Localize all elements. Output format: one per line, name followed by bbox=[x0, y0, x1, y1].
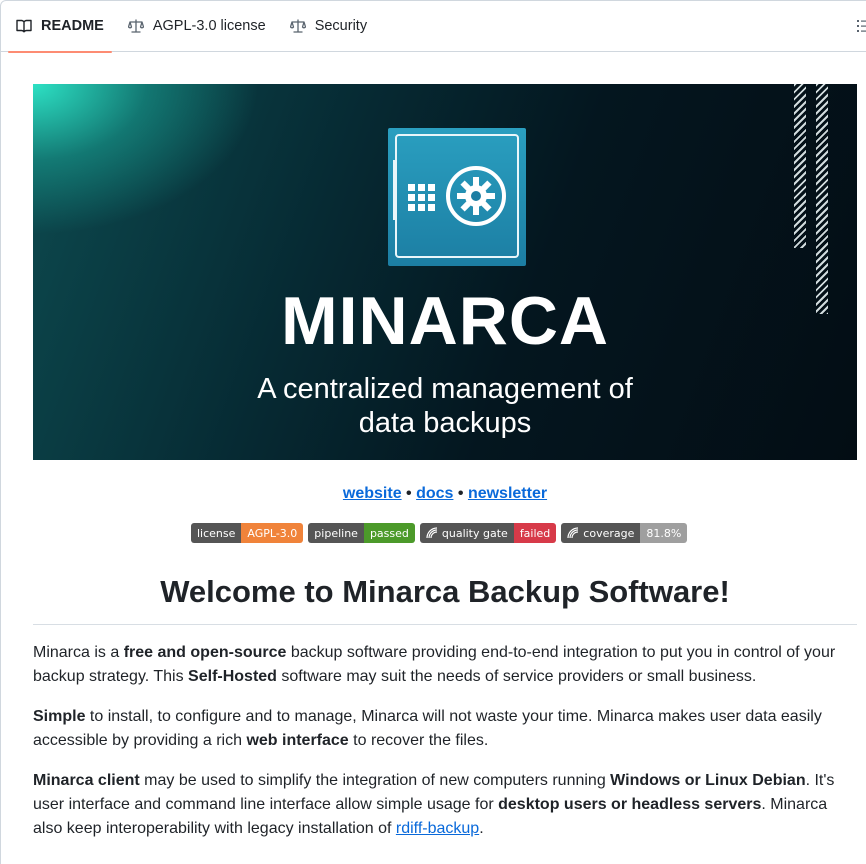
newsletter-link[interactable]: newsletter bbox=[468, 485, 547, 502]
rdiff-backup-link[interactable]: rdiff-backup bbox=[396, 820, 479, 837]
keypad-icon bbox=[408, 184, 435, 211]
tab-label: AGPL-3.0 license bbox=[152, 17, 266, 34]
outline-list-icon[interactable] bbox=[856, 18, 866, 34]
tab-license[interactable]: AGPL-3.0 license bbox=[120, 0, 274, 52]
minarca-banner: MINARCA A centralized management of data… bbox=[33, 84, 857, 460]
intro-paragraph: Minarca is a free and open-source backup… bbox=[33, 644, 836, 685]
tab-label: Security bbox=[314, 17, 368, 34]
link-separator: • bbox=[453, 485, 468, 502]
minarca-logo bbox=[388, 128, 526, 266]
coverage-badge[interactable]: coverage 81.8% bbox=[561, 523, 688, 543]
scale-icon bbox=[289, 19, 306, 33]
badge-key: license bbox=[191, 523, 242, 543]
website-link[interactable]: website bbox=[343, 485, 402, 502]
tab-security[interactable]: Security bbox=[282, 0, 375, 52]
banner-stripe bbox=[816, 84, 828, 314]
badge-value: passed bbox=[363, 523, 415, 543]
badge-value: AGPL-3.0 bbox=[241, 523, 304, 543]
project-links: website • docs • newsletter bbox=[0, 485, 866, 503]
badge-value: failed bbox=[513, 523, 557, 543]
license-badge[interactable]: license AGPL-3.0 bbox=[191, 523, 304, 543]
badge-key: coverage bbox=[561, 523, 641, 543]
pipeline-badge[interactable]: pipeline passed bbox=[308, 523, 415, 543]
quality-gate-badge[interactable]: quality gate failed bbox=[419, 523, 557, 543]
readme-heading: Welcome to Minarca Backup Software! bbox=[160, 574, 730, 609]
status-badges: license AGPL-3.0 pipeline passed quality… bbox=[191, 523, 688, 543]
scale-icon bbox=[127, 19, 144, 33]
tab-readme[interactable]: README bbox=[8, 0, 112, 53]
client-paragraph: Minarca client may be used to simplify t… bbox=[33, 772, 835, 837]
badge-key: quality gate bbox=[419, 523, 514, 543]
sonar-icon bbox=[426, 527, 437, 539]
docs-link[interactable]: docs bbox=[416, 485, 453, 502]
heading-divider bbox=[33, 624, 857, 625]
link-separator: • bbox=[401, 485, 417, 502]
banner-title: MINARCA bbox=[280, 283, 610, 359]
badge-value: 81.8% bbox=[640, 523, 688, 543]
banner-stripe bbox=[794, 84, 806, 248]
simple-paragraph: Simple to install, to configure and to m… bbox=[33, 708, 822, 749]
badge-key: pipeline bbox=[308, 523, 364, 543]
banner-subtitle: A centralized management of data backups bbox=[257, 373, 633, 439]
vault-dial-icon bbox=[446, 166, 506, 226]
readme-tabbar: README AGPL-3.0 license Security bbox=[0, 0, 866, 53]
book-icon bbox=[16, 19, 32, 32]
tab-label: README bbox=[41, 17, 104, 34]
sonar-icon bbox=[567, 527, 579, 539]
